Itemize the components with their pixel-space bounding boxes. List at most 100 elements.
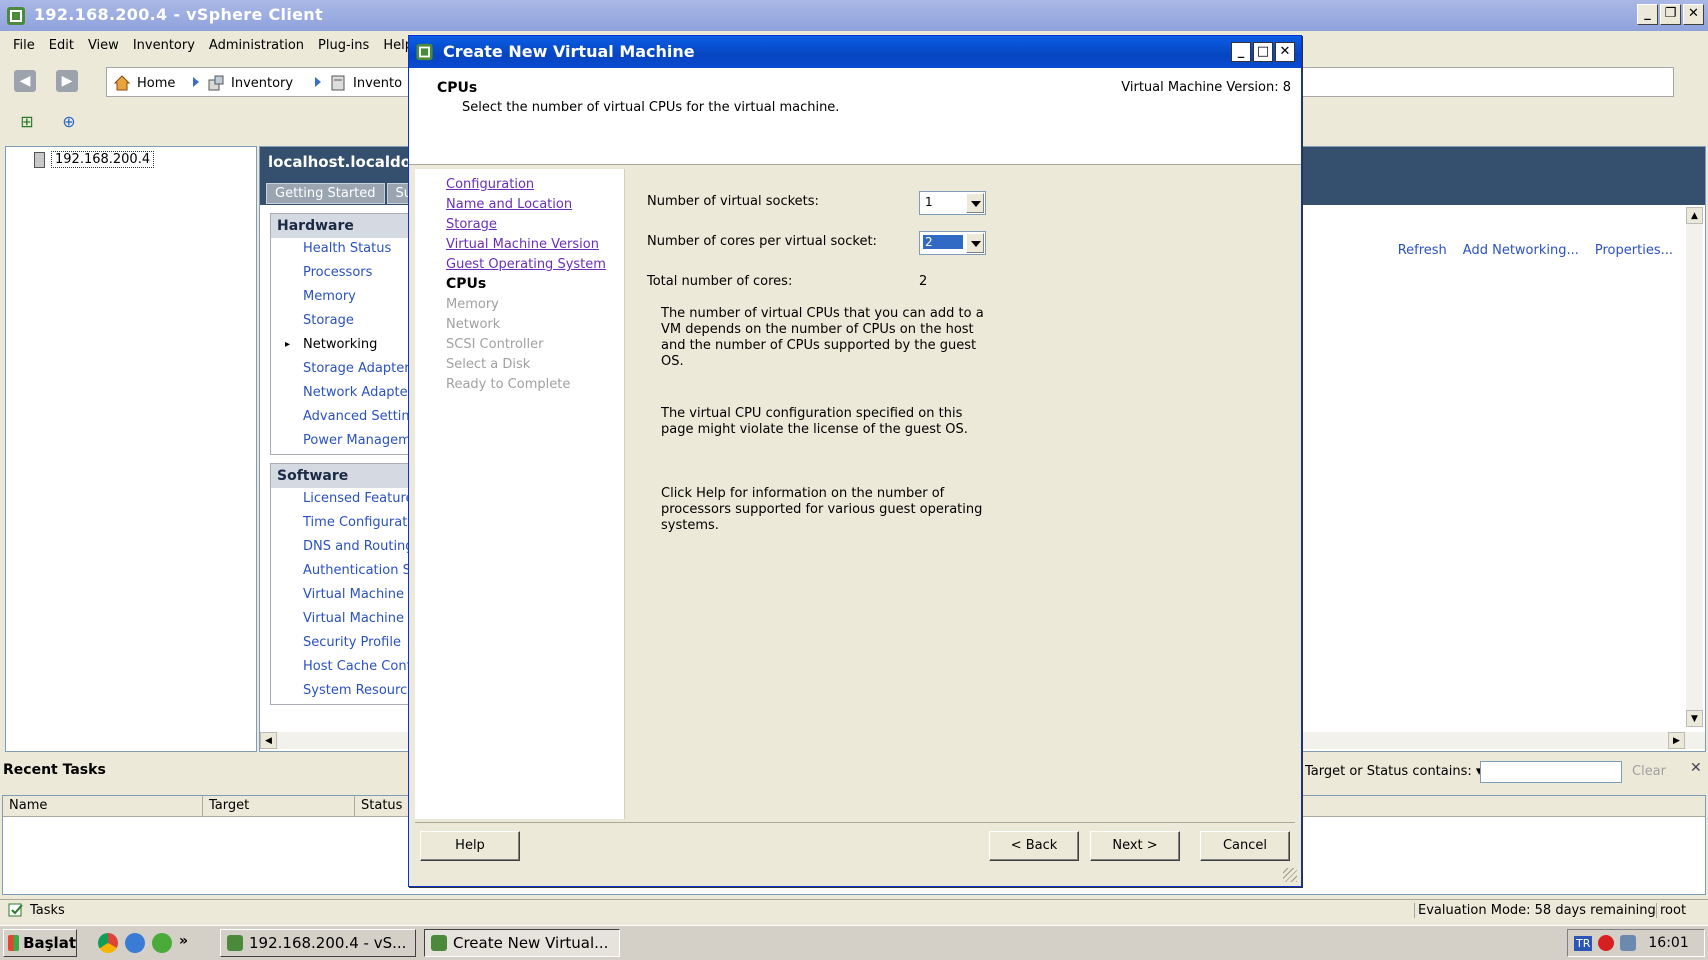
dialog-minimize-button[interactable]: _: [1231, 42, 1251, 62]
help-button[interactable]: Help: [420, 831, 520, 861]
menu-file[interactable]: File: [6, 35, 42, 59]
add-networking-link[interactable]: Add Networking...: [1463, 243, 1579, 258]
quicklaunch-more[interactable]: »: [179, 933, 188, 953]
filter-dropdown[interactable]: Target or Status contains: ▾: [1305, 764, 1482, 779]
quick-launch: »: [98, 933, 188, 953]
forward-arrow-icon[interactable]: ▶: [56, 70, 78, 92]
tasks-label: Tasks: [30, 902, 65, 918]
software-link[interactable]: Host Cache Conf: [271, 656, 409, 680]
vsphere-app-icon: [227, 935, 243, 951]
sockets-select[interactable]: 1: [919, 191, 986, 215]
step-scsi-controller: SCSI Controller: [446, 337, 544, 352]
step-vm-version[interactable]: Virtual Machine Version: [446, 237, 599, 252]
hardware-link[interactable]: Memory: [271, 286, 409, 310]
step-ready: Ready to Complete: [446, 377, 571, 392]
vsphere-quicklaunch-icon[interactable]: [152, 933, 172, 953]
software-link[interactable]: Virtual Machine S: [271, 608, 409, 632]
column-status[interactable]: Status: [355, 796, 415, 816]
software-link[interactable]: Licensed Features: [271, 488, 409, 512]
taskbar-create-vm[interactable]: Create New Virtual...: [424, 929, 620, 957]
chevron-down-icon[interactable]: [966, 193, 984, 213]
scroll-down-icon[interactable]: ▼: [1686, 710, 1703, 727]
network-icon[interactable]: [1620, 935, 1637, 951]
license-warning-text: The virtual CPU configuration specified …: [661, 406, 968, 437]
step-name-location[interactable]: Name and Location: [446, 197, 572, 212]
create-vm-dialog: Create New Virtual Machine _ □ ✕ CPUs Se…: [408, 35, 1302, 887]
step-memory: Memory: [446, 297, 499, 312]
hardware-link[interactable]: Processors: [271, 262, 409, 286]
properties-link[interactable]: Properties...: [1595, 243, 1673, 258]
tasks-button[interactable]: Tasks: [8, 902, 65, 918]
tab-getting-started[interactable]: Getting Started: [266, 183, 385, 204]
software-link[interactable]: Security Profile: [271, 632, 409, 656]
sockets-value: 1: [925, 195, 933, 209]
tree-host-node[interactable]: 192.168.200.4: [34, 151, 155, 168]
scroll-up-icon[interactable]: ▲: [1686, 207, 1703, 224]
next-button[interactable]: Next >: [1090, 831, 1180, 861]
scroll-left-icon[interactable]: ◀: [260, 732, 277, 749]
minimize-button[interactable]: _: [1637, 4, 1658, 25]
column-name[interactable]: Name: [3, 796, 203, 816]
menu-plugins[interactable]: Plug-ins: [311, 35, 376, 59]
software-link[interactable]: Time Configuration: [271, 512, 409, 536]
refresh-link[interactable]: Refresh: [1398, 243, 1447, 258]
step-storage[interactable]: Storage: [446, 217, 497, 232]
chrome-icon[interactable]: [98, 933, 118, 953]
breadcrumb-inventory-2[interactable]: Invento: [329, 74, 402, 92]
clear-filter-button[interactable]: Clear: [1632, 764, 1666, 779]
start-button[interactable]: Başlat: [3, 929, 77, 957]
vsphere-app-icon: [7, 7, 25, 25]
cpu-info-text: The number of virtual CPUs that you can …: [661, 306, 984, 369]
dialog-close-button[interactable]: ✕: [1275, 42, 1295, 62]
step-guest-os[interactable]: Guest Operating System: [446, 257, 606, 272]
resize-grip-icon[interactable]: [1283, 868, 1297, 882]
menubar: File Edit View Inventory Administration …: [0, 35, 420, 59]
menu-edit[interactable]: Edit: [42, 35, 81, 59]
hardware-link[interactable]: Storage Adapters: [271, 358, 409, 382]
software-link[interactable]: System Resource: [271, 680, 409, 704]
dialog-maximize-button[interactable]: □: [1253, 42, 1273, 62]
cores-select[interactable]: 2: [919, 231, 986, 255]
hardware-link-networking[interactable]: Networking: [271, 334, 409, 358]
cores-value: 2: [923, 235, 963, 249]
restore-button[interactable]: ❐: [1660, 4, 1681, 25]
hardware-link[interactable]: Advanced Settings: [271, 406, 409, 430]
hardware-link[interactable]: Power Management: [271, 430, 409, 454]
breadcrumb-inventory[interactable]: Inventory: [207, 74, 293, 92]
close-icon[interactable]: ✕: [1690, 760, 1702, 776]
close-button[interactable]: ✕: [1683, 4, 1704, 25]
taskbar-vsphere-client[interactable]: 192.168.200.4 - vS...: [220, 929, 416, 957]
add-host-icon[interactable]: ⊞: [16, 112, 38, 134]
breadcrumb-home[interactable]: Home: [113, 74, 175, 92]
hardware-heading: Hardware: [271, 214, 409, 238]
step-select-disk: Select a Disk: [446, 357, 531, 372]
internet-explorer-icon[interactable]: [125, 933, 145, 953]
software-link[interactable]: DNS and Routing: [271, 536, 409, 560]
column-target[interactable]: Target: [203, 796, 355, 816]
total-cores-label: Total number of cores:: [647, 274, 793, 289]
menu-administration[interactable]: Administration: [202, 35, 311, 59]
tasks-icon: [8, 903, 23, 917]
language-indicator[interactable]: TR: [1574, 935, 1593, 951]
software-link[interactable]: Virtual Machine S: [271, 584, 409, 608]
chevron-down-icon[interactable]: [966, 233, 984, 253]
software-link[interactable]: Authentication Se: [271, 560, 409, 584]
back-arrow-icon[interactable]: ◀: [14, 70, 36, 92]
scroll-right-icon[interactable]: ▶: [1668, 732, 1685, 749]
hardware-link[interactable]: Network Adapters: [271, 382, 409, 406]
step-configuration[interactable]: Configuration: [446, 177, 534, 192]
cpu-settings: Number of virtual sockets: 1 Number of c…: [647, 176, 1287, 816]
breadcrumb-separator-icon: [315, 77, 321, 87]
hardware-link[interactable]: Health Status: [271, 238, 409, 262]
back-button[interactable]: < Back: [989, 831, 1079, 861]
page-subtitle: Select the number of virtual CPUs for th…: [462, 100, 840, 115]
filter-input[interactable]: [1480, 761, 1622, 783]
antivirus-icon[interactable]: [1598, 935, 1615, 951]
menu-view[interactable]: View: [81, 35, 126, 59]
system-tray: TR 16:01: [1567, 929, 1705, 957]
menu-inventory[interactable]: Inventory: [126, 35, 202, 59]
hardware-link[interactable]: Storage: [271, 310, 409, 334]
cancel-button[interactable]: Cancel: [1200, 831, 1290, 861]
vertical-scrollbar[interactable]: ▲ ▼: [1686, 207, 1703, 727]
refresh-globe-icon[interactable]: ⊕: [58, 112, 80, 134]
